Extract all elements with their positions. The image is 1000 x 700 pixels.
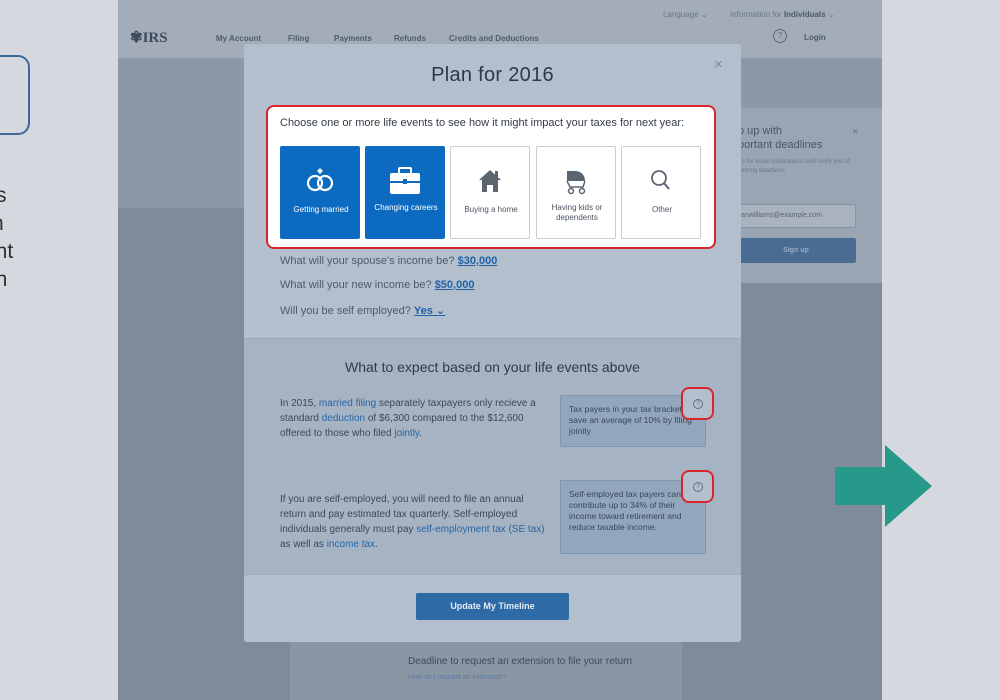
- nav-payments[interactable]: Payments: [334, 34, 372, 43]
- side-text-line: on: [0, 268, 8, 291]
- house-icon: [479, 170, 501, 192]
- plan-modal: × Plan for 2016 Choose one or more life …: [244, 44, 741, 642]
- update-timeline-button[interactable]: Update My Timeline: [416, 593, 569, 620]
- self-employed-question: Will you be self employed? Yes ⌄: [280, 305, 446, 317]
- tip-help-highlight[interactable]: ?: [681, 387, 714, 420]
- jointly-link[interactable]: jointly: [394, 428, 419, 439]
- extension-link[interactable]: How do I request an extension?: [408, 674, 506, 681]
- modal-footer: Update My Timeline: [244, 574, 741, 642]
- tile-getting-married[interactable]: Getting married: [280, 146, 360, 239]
- expectations-section: What to expect based on your life events…: [244, 338, 741, 574]
- email-field[interactable]: anwilliams@example.com: [736, 204, 856, 228]
- new-income-value[interactable]: $50,000: [435, 279, 475, 291]
- married-filing-link[interactable]: married filing: [319, 398, 376, 409]
- deadline-text: Deadline to request an extension to file…: [408, 656, 633, 667]
- side-text-line: n: [0, 210, 13, 238]
- slide-right-panel: [882, 0, 1000, 700]
- self-employed-paragraph: If you are self-employed, you will need …: [280, 494, 545, 550]
- tile-label: Changing careers: [374, 203, 438, 212]
- signup-description: up for email notifications we'll notify …: [738, 159, 850, 174]
- deduction-link[interactable]: deduction: [322, 413, 365, 424]
- tile-changing-careers[interactable]: Changing careers: [365, 146, 445, 239]
- tile-label: Getting married: [293, 205, 349, 214]
- signup-button[interactable]: Sign up: [736, 238, 856, 263]
- tile-label: Other: [651, 205, 672, 214]
- life-events-panel: Choose one or more life events to see ho…: [266, 105, 716, 249]
- expectations-title: What to expect based on your life events…: [345, 359, 640, 375]
- tile-label: Having kids or dependents: [551, 203, 603, 222]
- income-tax-link[interactable]: income tax: [327, 539, 375, 550]
- modal-title: Plan for 2016: [431, 64, 554, 86]
- tile-having-kids[interactable]: Having kids or dependents: [536, 146, 616, 239]
- nav-credits-deductions[interactable]: Credits and Deductions: [449, 34, 539, 43]
- new-income-question: What will your new income be? $50,000: [280, 279, 475, 291]
- life-events-prompt: Choose one or more life events to see ho…: [280, 117, 685, 129]
- side-text-line: s: [0, 184, 7, 207]
- irs-logo[interactable]: ✾IRS: [130, 28, 168, 47]
- deadline-card: Deadline to request an extension to file…: [290, 640, 682, 700]
- help-icon[interactable]: ?: [693, 482, 703, 492]
- close-icon[interactable]: ×: [852, 126, 858, 138]
- signup-card: p up with portant deadlines × up for emai…: [728, 108, 882, 283]
- stroller-icon: [566, 171, 586, 195]
- login-link[interactable]: Login: [804, 33, 826, 42]
- side-text-line: ant: [0, 240, 14, 263]
- arrow-right-icon: [835, 445, 932, 527]
- tile-buying-home[interactable]: Buying a home: [450, 146, 530, 239]
- rings-icon: [306, 168, 334, 192]
- nav-refunds[interactable]: Refunds: [394, 34, 426, 43]
- spouse-income-question: What will your spouse's income be? $30,0…: [280, 255, 498, 267]
- callout-bracket: [0, 55, 30, 135]
- tile-other[interactable]: Other: [621, 146, 701, 239]
- magnifier-icon: [651, 170, 670, 190]
- audience-selector[interactable]: Information for Individuals ⌄: [730, 10, 835, 19]
- slide-side-text: s n ant on: [0, 182, 13, 294]
- nav-filing[interactable]: Filing: [288, 34, 309, 43]
- language-selector[interactable]: Language ⌄: [663, 10, 708, 19]
- se-tax-link[interactable]: self-employment tax (SE tax): [416, 524, 544, 535]
- signup-title: p up with portant deadlines: [738, 125, 823, 151]
- spouse-income-value[interactable]: $30,000: [458, 255, 498, 267]
- nav-my-account[interactable]: My Account: [216, 34, 261, 43]
- briefcase-icon: [390, 167, 420, 194]
- help-icon[interactable]: ?: [693, 399, 703, 409]
- tip-help-highlight[interactable]: ?: [681, 470, 714, 503]
- self-employed-value[interactable]: Yes ⌄: [414, 305, 445, 317]
- slide-left-panel: s n ant on: [0, 0, 118, 700]
- help-icon[interactable]: ?: [773, 29, 787, 43]
- married-filing-paragraph: In 2015, married filing separately taxpa…: [280, 398, 536, 439]
- tile-label: Buying a home: [464, 205, 518, 214]
